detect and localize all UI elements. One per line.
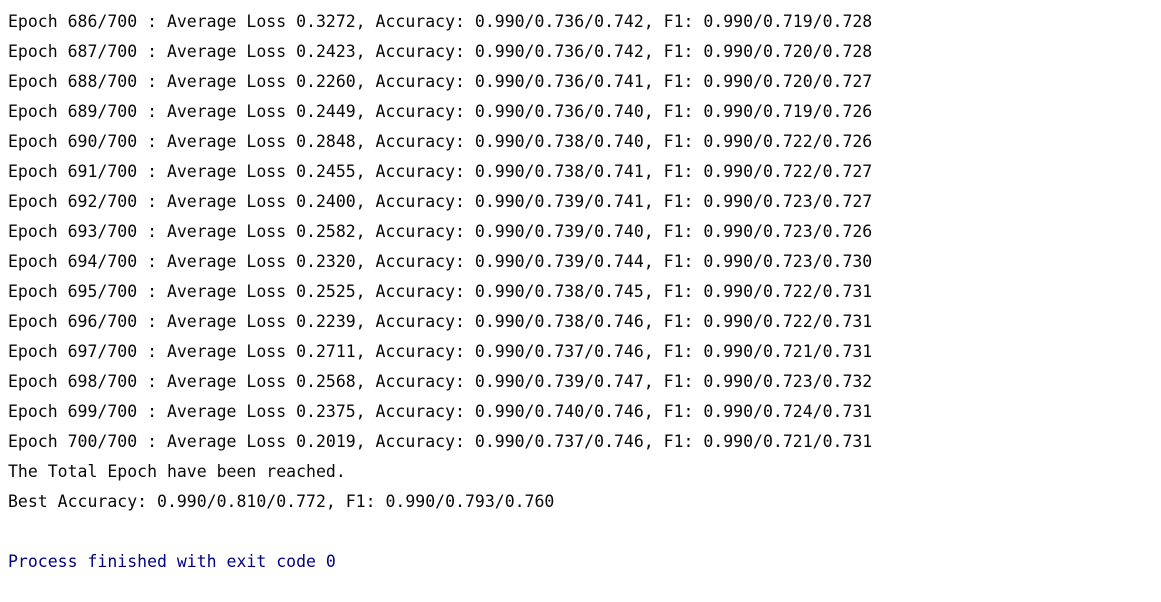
partial-line-fragment: ' [150,0,160,4]
best-accuracy-line: Best Accuracy: 0.990/0.810/0.772, F1: 0.… [8,492,555,511]
epoch-log-line: Epoch 693/700 : Average Loss 0.2582, Acc… [8,222,873,241]
partially-scrolled-line: ' ' ' [0,0,1161,4]
epoch-log-line: Epoch 698/700 : Average Loss 0.2568, Acc… [8,372,873,391]
epoch-log-line: Epoch 700/700 : Average Loss 0.2019, Acc… [8,432,873,451]
epoch-log-line: Epoch 696/700 : Average Loss 0.2239, Acc… [8,312,873,331]
epoch-log-line: Epoch 690/700 : Average Loss 0.2848, Acc… [8,132,873,151]
epoch-log-line: Epoch 699/700 : Average Loss 0.2375, Acc… [8,402,873,421]
epoch-log-line: Epoch 687/700 : Average Loss 0.2423, Acc… [8,42,873,61]
partial-line-fragment: ' [463,0,473,4]
epoch-log-line: Epoch 692/700 : Average Loss 0.2400, Acc… [8,192,873,211]
epoch-log-line: Epoch 691/700 : Average Loss 0.2455, Acc… [8,162,873,181]
total-epoch-message: The Total Epoch have been reached. [8,462,346,481]
epoch-log-line: Epoch 689/700 : Average Loss 0.2449, Acc… [8,102,873,121]
run-console-output[interactable]: ' ' ' Epoch 686/700 : Average Loss 0.327… [0,0,1161,602]
epoch-log-line: Epoch 688/700 : Average Loss 0.2260, Acc… [8,72,873,91]
epoch-log-line: Epoch 697/700 : Average Loss 0.2711, Acc… [8,342,873,361]
console-lines: Epoch 686/700 : Average Loss 0.3272, Acc… [8,8,872,578]
epoch-log-line: Epoch 686/700 : Average Loss 0.3272, Acc… [8,12,873,31]
partial-line-fragment: ' [643,0,653,4]
epoch-log-line: Epoch 695/700 : Average Loss 0.2525, Acc… [8,282,873,301]
process-finished-message: Process finished with exit code 0 [8,552,336,571]
epoch-log-line: Epoch 694/700 : Average Loss 0.2320, Acc… [8,252,873,271]
